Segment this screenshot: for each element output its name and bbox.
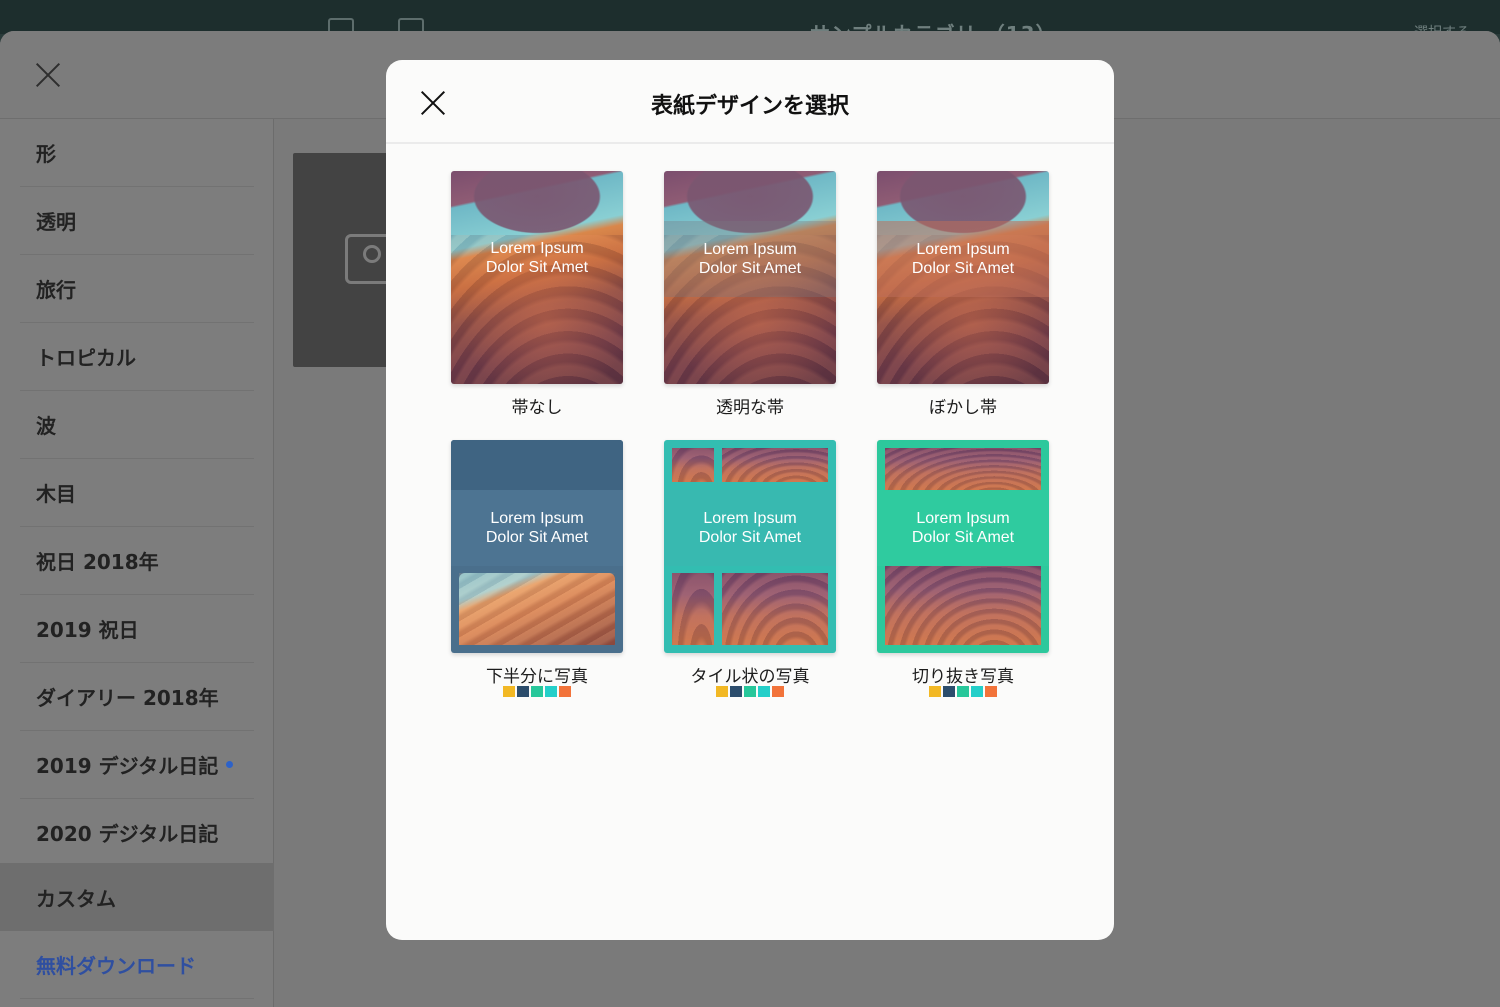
canyon-tile <box>722 448 828 482</box>
sidebar-item-diary-2018[interactable]: ダイアリー 2018年 <box>20 663 254 731</box>
sidebar-item-label: 透明 <box>36 210 76 234</box>
sidebar-item-woodgrain[interactable]: 木目 <box>20 459 254 527</box>
sidebar-item-label: トロピカル <box>36 346 136 370</box>
new-indicator-dot <box>226 761 234 768</box>
sheet-close-icon[interactable] <box>34 61 62 89</box>
transparent-band: Lorem Ipsum Dolor Sit Amet <box>664 221 836 297</box>
cover-design-modal: 表紙デザインを選択 Lorem Ipsum Dolor Sit Amet 帯なし… <box>386 60 1114 940</box>
design-thumbnail: Lorem Ipsum Dolor Sit Amet <box>877 171 1049 384</box>
swatch-yellow[interactable] <box>716 686 728 697</box>
sidebar-item-shape[interactable]: 形 <box>20 119 254 187</box>
cover-text: Lorem Ipsum Dolor Sit Amet <box>485 240 589 276</box>
sidebar-item-label: 旅行 <box>36 278 76 302</box>
swatch-navy[interactable] <box>943 686 955 697</box>
blur-band: Lorem Ipsum Dolor Sit Amet <box>877 221 1049 297</box>
swatch-teal[interactable] <box>758 686 770 697</box>
design-thumbnail: Lorem Ipsum Dolor Sit Amet <box>877 440 1049 653</box>
sidebar-item-wave[interactable]: 波 <box>20 391 254 459</box>
design-label: 切り抜き写真 <box>912 667 1014 687</box>
top-bar: サンプルカテゴリ （13） 選択する <box>0 0 1500 46</box>
modal-title: 表紙デザインを選択 <box>650 94 849 119</box>
swatch-green[interactable] <box>957 686 969 697</box>
sidebar-item-label: 2019 デジタル日記 <box>36 754 219 778</box>
swatch-navy[interactable] <box>517 686 529 697</box>
sidebar-item-digital-diary-2019[interactable]: 2019 デジタル日記 <box>20 731 254 799</box>
canyon-photo <box>451 171 623 384</box>
swatch-green[interactable] <box>531 686 543 697</box>
modal-header: 表紙デザインを選択 <box>386 60 1114 144</box>
design-label: ぼかし帯 <box>929 398 997 418</box>
sidebar-item-label: 波 <box>36 414 56 438</box>
title-band: Lorem Ipsum Dolor Sit Amet <box>664 490 836 566</box>
sidebar-item-digital-diary-2020[interactable]: 2020 デジタル日記 <box>20 799 254 867</box>
design-thumbnail: Lorem Ipsum Dolor Sit Amet <box>664 171 836 384</box>
canyon-photo <box>459 573 615 645</box>
swatch-teal[interactable] <box>545 686 557 697</box>
design-label: 帯なし <box>511 398 563 418</box>
swatch-navy[interactable] <box>730 686 742 697</box>
swatch-green[interactable] <box>744 686 756 697</box>
sidebar-item-holidays-2018[interactable]: 祝日 2018年 <box>20 527 254 595</box>
sidebar-item-tropical[interactable]: トロピカル <box>20 323 254 391</box>
color-swatches <box>716 686 784 698</box>
canyon-tile <box>722 573 828 645</box>
canyon-photo <box>885 566 1041 645</box>
title-band: Lorem Ipsum Dolor Sit Amet <box>451 490 623 566</box>
sidebar-item-travel[interactable]: 旅行 <box>20 255 254 323</box>
sidebar-item-free-download[interactable]: 無料ダウンロード <box>20 931 254 999</box>
sidebar-item-label: カスタム <box>36 886 116 911</box>
canyon-tile <box>672 448 714 482</box>
swatch-orange[interactable] <box>985 686 997 697</box>
design-thumbnail: Lorem Ipsum Dolor Sit Amet <box>664 440 836 653</box>
sidebar-item-label: 祝日 2018年 <box>36 550 159 574</box>
sidebar-item-transparent[interactable]: 透明 <box>20 187 254 255</box>
sidebar-item-label: 木目 <box>36 482 76 506</box>
canyon-tile <box>672 573 714 645</box>
color-swatches <box>503 686 571 698</box>
category-sidebar: 形 透明 旅行 トロピカル 波 木目 祝日 2018年 2019 祝日 ダイアリ… <box>0 119 274 1007</box>
swatch-teal[interactable] <box>971 686 983 697</box>
sidebar-item-label: 2020 デジタル日記 <box>36 822 219 846</box>
color-swatches <box>929 686 997 698</box>
sidebar-item-holidays-2019[interactable]: 2019 祝日 <box>20 595 254 663</box>
design-label: 透明な帯 <box>716 398 784 418</box>
sidebar-item-label: 形 <box>36 142 56 166</box>
swatch-yellow[interactable] <box>503 686 515 697</box>
swatch-orange[interactable] <box>559 686 571 697</box>
swatch-yellow[interactable] <box>929 686 941 697</box>
swatch-orange[interactable] <box>772 686 784 697</box>
design-label: タイル状の写真 <box>690 667 810 687</box>
sidebar-item-label: ダイアリー 2018年 <box>36 686 219 710</box>
design-thumbnail: Lorem Ipsum Dolor Sit Amet <box>451 440 623 653</box>
top-panel <box>451 440 623 490</box>
design-thumbnail: Lorem Ipsum Dolor Sit Amet <box>451 171 623 384</box>
title-band: Lorem Ipsum Dolor Sit Amet <box>877 490 1049 566</box>
sidebar-item-custom[interactable]: カスタム <box>0 863 274 931</box>
sidebar-item-label: 無料ダウンロード <box>36 954 196 978</box>
design-label: 下半分に写真 <box>486 667 588 687</box>
sidebar-item-label: 2019 祝日 <box>36 618 139 642</box>
canyon-photo <box>885 448 1041 490</box>
